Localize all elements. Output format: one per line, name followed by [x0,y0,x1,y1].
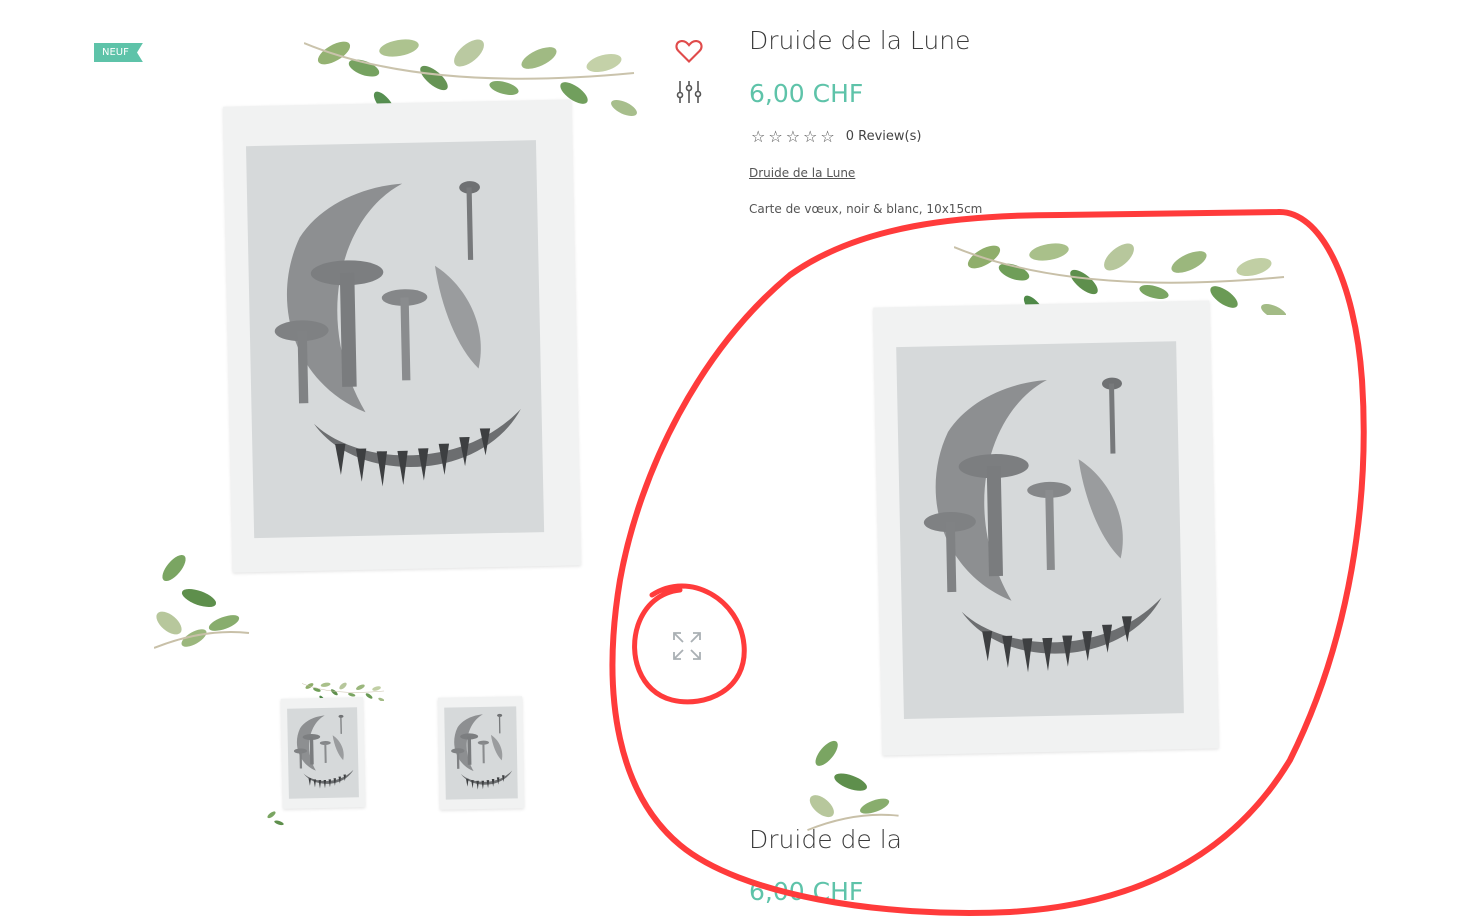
star-icon: ☆ [803,127,818,146]
product-price: 6,00 CHF [749,79,864,108]
star-icon: ☆ [768,127,783,146]
leaf-decoration-bottom [806,715,901,832]
thumbnail-1[interactable] [264,681,384,829]
rating-row: ☆ ☆ ☆ ☆ ☆ 0 Review(s) [751,127,921,146]
main-product-image[interactable] [154,33,651,650]
expand-icon[interactable] [672,631,702,661]
sliders-icon[interactable] [676,80,702,104]
star-icon: ☆ [751,127,766,146]
thumbnail-card [280,697,366,809]
zoomed-product-image [806,237,1286,832]
product-link[interactable]: Druide de la Lune [749,166,855,180]
product-title: Druide de la Lune [749,26,971,55]
thumbnail-2[interactable] [438,696,524,810]
reviews-count[interactable]: 0 Review(s) [846,129,922,144]
new-badge: NEUF [94,43,143,62]
leaf-decoration [264,801,288,829]
star-icon: ☆ [785,127,801,146]
product-description: Carte de vœux, noir & blanc, 10x15cm [749,202,983,216]
heart-icon[interactable] [675,38,703,64]
product-title-secondary: Druide de la [749,825,902,854]
greeting-card-image [873,300,1219,756]
star-rating[interactable]: ☆ ☆ ☆ ☆ ☆ [751,127,838,146]
thumbnail-card [438,696,524,810]
star-icon: ☆ [820,127,835,146]
leaf-decoration-bottom [154,528,250,650]
product-price-secondary: 6,00 CHF [749,877,864,906]
greeting-card-image [223,99,581,573]
